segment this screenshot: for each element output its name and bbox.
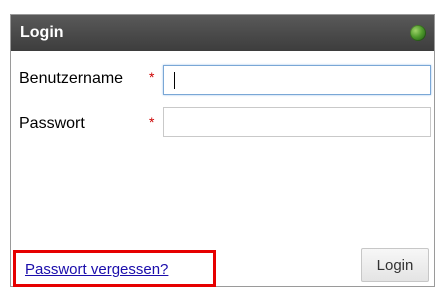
login-dialog: Login Benutzername * Passwort * Passwort…	[10, 14, 435, 287]
green-globe-icon	[410, 25, 426, 41]
login-button[interactable]: Login	[361, 248, 429, 282]
password-required-marker: *	[149, 114, 155, 130]
username-label: Benutzername	[19, 70, 124, 87]
dialog-title: Login	[20, 24, 64, 41]
password-label: Passwort	[19, 115, 85, 132]
username-input[interactable]	[163, 65, 431, 95]
dialog-titlebar: Login	[11, 15, 434, 51]
forgot-password-link[interactable]: Passwort vergessen?	[25, 261, 168, 278]
text-caret	[174, 72, 175, 89]
password-input[interactable]	[163, 107, 431, 137]
username-required-marker: *	[149, 69, 155, 85]
